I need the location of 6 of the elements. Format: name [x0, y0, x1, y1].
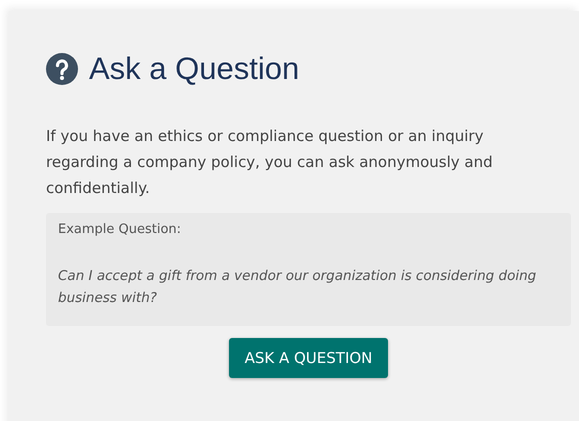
example-question: Can I accept a gift from a vendor our organization is considering doing business with?: [58, 267, 538, 308]
question-icon: [46, 53, 78, 85]
page-title: Ask a Question: [89, 51, 300, 87]
intro-text: If you have an ethics or compliance question or an inquiry regarding a company policy, you can ask anonymously and confidentially.: [46, 126, 494, 199]
ask-question-button[interactable]: ASK A QUESTION: [228, 338, 388, 378]
example-label: Example Question:: [58, 222, 182, 237]
